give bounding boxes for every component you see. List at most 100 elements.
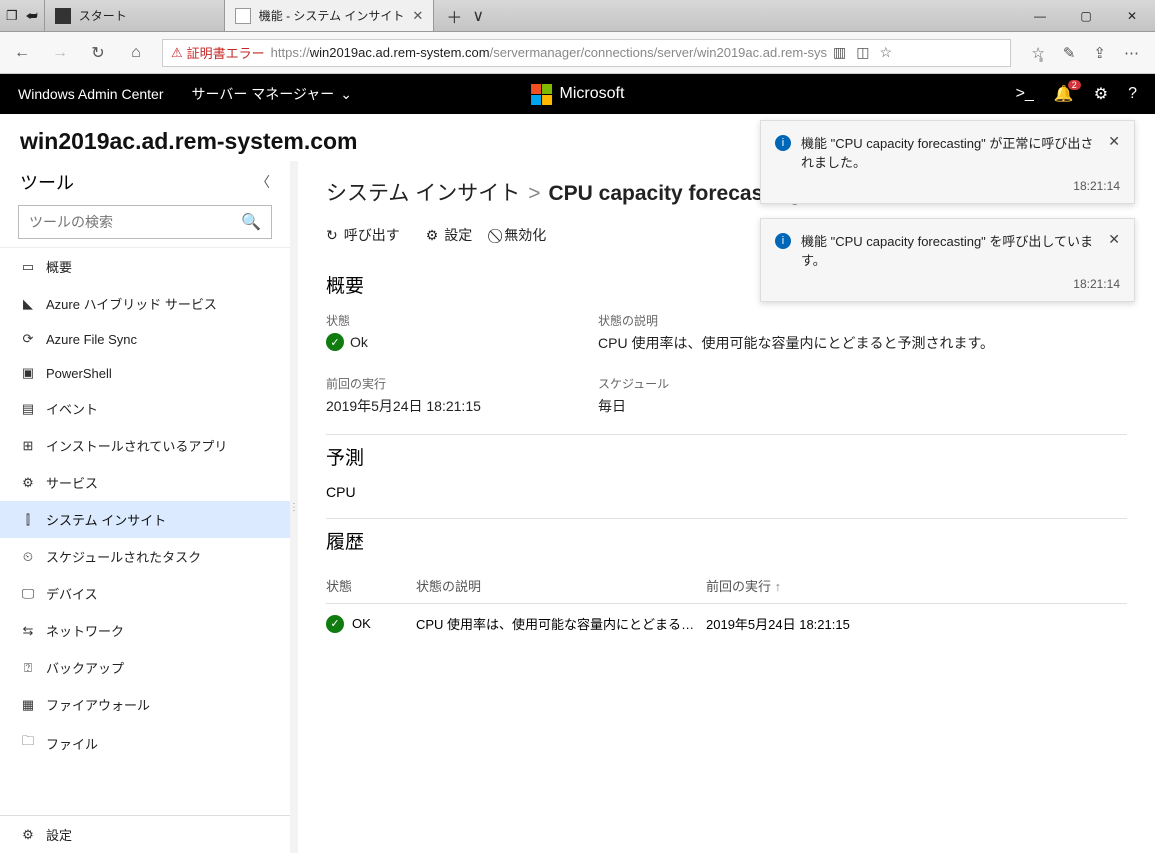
crumb-label: サーバー マネージャー bbox=[192, 84, 335, 104]
tab-actions-icon[interactable]: ∨ bbox=[472, 6, 484, 26]
url-text: https://win2019ac.ad.rem-system.com/serv… bbox=[271, 45, 827, 60]
sidebar-item[interactable]: ▭概要 bbox=[0, 248, 290, 285]
collapse-sidebar-icon[interactable]: 〈 bbox=[256, 172, 270, 192]
notifications-icon[interactable]: 🔔2 bbox=[1054, 84, 1074, 104]
gear-icon: ⚙ bbox=[426, 227, 439, 244]
sidebar-item[interactable]: ▦ファイアウォール bbox=[0, 686, 290, 723]
invoke-button[interactable]: ↻呼び出す bbox=[326, 225, 400, 245]
sidebar-item-label: イベント bbox=[46, 399, 98, 418]
sidebar-item[interactable]: 🗀 ファイル bbox=[0, 723, 290, 763]
col-lastrun[interactable]: 前回の実行 bbox=[706, 576, 1127, 595]
state-value: Ok bbox=[350, 334, 368, 350]
forward-button[interactable]: → bbox=[48, 44, 72, 62]
tool-icon: 🗀 bbox=[20, 732, 36, 754]
console-icon[interactable]: >_ bbox=[1016, 85, 1034, 103]
back-panel-icon[interactable]: ⮨ bbox=[26, 8, 38, 24]
toast-message: 機能 "CPU capacity forecasting" を呼び出しています。 bbox=[801, 231, 1098, 269]
close-window-button[interactable]: ✕ bbox=[1109, 0, 1155, 31]
sidebar-item[interactable]: ⊞インストールされているアプリ bbox=[0, 427, 290, 464]
sidebar-title: ツール bbox=[20, 169, 74, 195]
schedule-label: スケジュール bbox=[598, 375, 1127, 392]
sidebar-item-label: スケジュールされたタスク bbox=[46, 547, 201, 566]
gear-icon: ⚙ bbox=[20, 827, 36, 843]
sidebar-item-label: PowerShell bbox=[46, 366, 112, 381]
sidebar-item[interactable]: ▤ イベント bbox=[0, 390, 290, 427]
close-icon[interactable]: ✕ bbox=[1108, 231, 1120, 269]
sidebar-item[interactable]: 🖵デバイス bbox=[0, 575, 290, 612]
back-button[interactable]: ← bbox=[10, 44, 34, 62]
tool-icon: ⏲ bbox=[20, 549, 36, 565]
sidebar-item[interactable]: ⟳Azure File Sync bbox=[0, 322, 290, 356]
sidebar-item-label: ファイアウォール bbox=[46, 695, 150, 714]
reading-list-icon[interactable]: ◫ bbox=[856, 44, 869, 61]
browser-navbar: ← → ↻ ⌂ ⚠ 証明書エラー https://win2019ac.ad.re… bbox=[0, 32, 1155, 74]
refresh-button[interactable]: ↻ bbox=[86, 43, 110, 63]
sidebar-item[interactable]: ⫿システム インサイト bbox=[0, 501, 290, 538]
sidebar-item[interactable]: ◣ Azure ハイブリッド サービス bbox=[0, 285, 290, 322]
tool-icon: ◣ bbox=[20, 296, 36, 312]
cert-error[interactable]: ⚠ 証明書エラー bbox=[171, 43, 265, 62]
new-tab-icon[interactable]: ＋ bbox=[446, 4, 462, 28]
home-button[interactable]: ⌂ bbox=[124, 44, 148, 62]
settings-button[interactable]: ⚙設定 bbox=[426, 225, 473, 245]
desc-label: 状態の説明 bbox=[598, 312, 1127, 329]
sidebar-item[interactable]: ⍰ バックアップ bbox=[0, 649, 290, 686]
tool-icon: ▭ bbox=[20, 259, 36, 275]
wac-header: Windows Admin Center サーバー マネージャー ⌄ Micro… bbox=[0, 74, 1155, 114]
table-row[interactable]: ✓OKCPU 使用率は、使用可能な容量内にとどまると予...2019年5月24日… bbox=[326, 604, 1127, 643]
sidebar-item[interactable]: ⏲ スケジュールされたタスク bbox=[0, 538, 290, 575]
col-desc[interactable]: 状態の説明 bbox=[416, 576, 706, 595]
search-icon: 🔍 bbox=[241, 212, 261, 232]
favorites-bar-icon[interactable]: ☆͇ bbox=[1031, 44, 1044, 62]
sidebar-item[interactable]: ⚙サービス bbox=[0, 464, 290, 501]
tool-icon: ⟳ bbox=[20, 331, 36, 347]
tab-label: 機能 - システム インサイト bbox=[259, 7, 405, 24]
disable-button[interactable]: ⃠無効化 bbox=[498, 225, 546, 245]
tool-icon: ⇆ bbox=[20, 623, 36, 639]
favorite-icon[interactable]: ☆ bbox=[880, 44, 893, 61]
close-tab-icon[interactable]: ✕ bbox=[412, 8, 423, 24]
state-label: 状態 bbox=[326, 312, 586, 329]
tools-search[interactable]: 🔍 bbox=[18, 205, 272, 239]
notification-badge: 2 bbox=[1068, 80, 1081, 90]
history-table: 状態 状態の説明 前回の実行 ✓OKCPU 使用率は、使用可能な容量内にとどまる… bbox=[326, 568, 1127, 643]
sidebar-item-label: Azure ハイブリッド サービス bbox=[46, 294, 217, 313]
overlap-icon[interactable]: ❐ bbox=[6, 8, 18, 24]
wac-brand[interactable]: Windows Admin Center bbox=[18, 86, 164, 102]
splitter[interactable]: ⋮ bbox=[290, 161, 298, 853]
lastrun-label: 前回の実行 bbox=[326, 375, 586, 392]
wac-breadcrumb[interactable]: サーバー マネージャー ⌄ bbox=[192, 84, 353, 104]
sidebar-item[interactable]: ⇆ネットワーク bbox=[0, 612, 290, 649]
sidebar-item-settings[interactable]: ⚙ 設定 bbox=[0, 816, 290, 853]
lastrun-value: 2019年5月24日 18:21:15 bbox=[326, 396, 586, 416]
info-icon: i bbox=[775, 233, 791, 249]
col-state[interactable]: 状態 bbox=[326, 576, 416, 595]
sidebar-item-label: バックアップ bbox=[46, 658, 124, 677]
start-favicon bbox=[55, 8, 71, 24]
toast: i機能 "CPU capacity forecasting" が正常に呼び出され… bbox=[760, 120, 1135, 204]
tool-icon: ⍰ bbox=[20, 660, 36, 676]
help-icon[interactable]: ? bbox=[1128, 85, 1137, 103]
breadcrumb-root[interactable]: システム インサイト bbox=[326, 177, 520, 207]
toast-time: 18:21:14 bbox=[775, 277, 1120, 291]
tab-system-insights[interactable]: 機能 - システム インサイト ✕ bbox=[225, 0, 435, 31]
toast-time: 18:21:14 bbox=[775, 179, 1120, 193]
search-input[interactable] bbox=[29, 214, 241, 230]
microsoft-logo: Microsoft bbox=[531, 84, 625, 105]
more-icon[interactable]: ⋯ bbox=[1124, 44, 1139, 62]
settings-icon[interactable]: ⚙ bbox=[1094, 84, 1108, 104]
predict-heading: 予測 bbox=[326, 443, 1127, 470]
cert-error-label: 証明書エラー bbox=[187, 43, 265, 62]
maximize-button[interactable]: ▢ bbox=[1063, 0, 1109, 31]
notes-icon[interactable]: ✎ bbox=[1063, 44, 1076, 62]
tool-icon: ▤ bbox=[20, 401, 36, 417]
sidebar-item-label: ファイル bbox=[46, 734, 98, 753]
address-bar[interactable]: ⚠ 証明書エラー https://win2019ac.ad.rem-system… bbox=[162, 39, 1011, 67]
share-icon[interactable]: ⇪ bbox=[1093, 44, 1106, 62]
minimize-button[interactable]: — bbox=[1017, 0, 1063, 31]
sidebar-item[interactable]: ▣PowerShell bbox=[0, 356, 290, 390]
reading-view-icon[interactable]: ▥ bbox=[833, 44, 846, 61]
close-icon[interactable]: ✕ bbox=[1108, 133, 1120, 171]
tab-start[interactable]: スタート bbox=[45, 0, 225, 31]
predict-section: 予測 CPU bbox=[326, 435, 1127, 519]
